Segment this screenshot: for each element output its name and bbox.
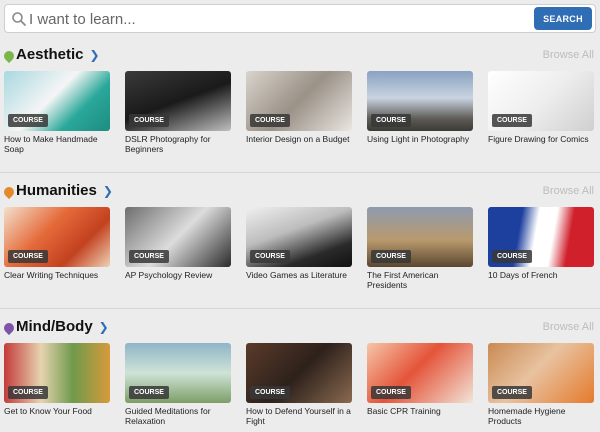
- course-thumbnail[interactable]: COURSE: [367, 71, 473, 131]
- course-thumbnail[interactable]: COURSE: [246, 71, 352, 131]
- course-thumbnail[interactable]: COURSE: [367, 343, 473, 403]
- course-badge: COURSE: [250, 114, 290, 127]
- search-input[interactable]: [29, 8, 509, 30]
- category-drop-icon: [1, 48, 17, 64]
- course-thumbnail[interactable]: COURSE: [125, 343, 231, 403]
- course-card[interactable]: COURSE Clear Writing Techniques: [4, 207, 110, 280]
- course-card[interactable]: COURSE Guided Meditations for Relaxation: [125, 343, 231, 426]
- course-thumbnail[interactable]: COURSE: [488, 207, 594, 267]
- course-card[interactable]: COURSE 10 Days of French: [488, 207, 594, 280]
- course-thumbnail[interactable]: COURSE: [125, 71, 231, 131]
- course-title[interactable]: Interior Design on a Budget: [246, 134, 352, 144]
- course-badge: COURSE: [492, 114, 532, 127]
- browse-all-link[interactable]: Browse All: [543, 185, 594, 197]
- course-title[interactable]: Get to Know Your Food: [4, 406, 110, 416]
- course-card[interactable]: COURSE Using Light in Photography: [367, 71, 473, 144]
- search-bar: SEARCH: [4, 4, 596, 33]
- section-title[interactable]: Humanities ❯: [16, 182, 113, 199]
- course-card[interactable]: COURSE Basic CPR Training: [367, 343, 473, 416]
- course-title[interactable]: Video Games as Literature: [246, 270, 352, 280]
- chevron-right-icon: ❯: [102, 184, 113, 198]
- course-badge: COURSE: [371, 386, 411, 399]
- course-badge: COURSE: [8, 386, 48, 399]
- course-title[interactable]: 10 Days of French: [488, 270, 594, 280]
- course-card[interactable]: COURSE How to Make Handmade Soap: [4, 71, 110, 154]
- course-title[interactable]: Guided Meditations for Relaxation: [125, 406, 231, 426]
- course-badge: COURSE: [492, 386, 532, 399]
- course-thumbnail[interactable]: COURSE: [4, 343, 110, 403]
- course-title[interactable]: How to Make Handmade Soap: [4, 134, 110, 154]
- chevron-right-icon: ❯: [89, 48, 100, 62]
- section-title-label: Humanities: [16, 182, 97, 199]
- course-badge: COURSE: [492, 250, 532, 263]
- section-aesthetic: Aesthetic ❯ Browse All COURSE How to Make Ha…: [0, 44, 600, 174]
- course-badge: COURSE: [129, 250, 169, 263]
- course-card[interactable]: COURSE How to Defend Yourself in a Fight: [246, 343, 352, 426]
- course-thumbnail[interactable]: COURSE: [367, 207, 473, 267]
- course-thumbnail[interactable]: COURSE: [246, 343, 352, 403]
- course-badge: COURSE: [8, 114, 48, 127]
- section-divider: [0, 172, 600, 173]
- course-thumbnail[interactable]: COURSE: [488, 343, 594, 403]
- search-icon: [12, 12, 26, 26]
- course-badge: COURSE: [129, 114, 169, 127]
- section-title-label: Mind/Body: [16, 318, 93, 335]
- course-badge: COURSE: [129, 386, 169, 399]
- course-thumbnail[interactable]: COURSE: [4, 71, 110, 131]
- browse-all-link[interactable]: Browse All: [543, 49, 594, 61]
- course-card[interactable]: COURSE AP Psychology Review: [125, 207, 231, 280]
- course-title[interactable]: DSLR Photography for Beginners: [125, 134, 231, 154]
- course-card[interactable]: COURSE Interior Design on a Budget: [246, 71, 352, 144]
- search-button[interactable]: SEARCH: [534, 7, 592, 30]
- section-title[interactable]: Aesthetic ❯: [16, 46, 100, 63]
- section-title[interactable]: Mind/Body ❯: [16, 318, 109, 335]
- course-badge: COURSE: [371, 114, 411, 127]
- course-title[interactable]: The First American Presidents: [367, 270, 473, 290]
- course-badge: COURSE: [250, 250, 290, 263]
- section-title-label: Aesthetic: [16, 46, 84, 63]
- course-card[interactable]: COURSE DSLR Photography for Beginners: [125, 71, 231, 154]
- chevron-right-icon: ❯: [98, 320, 109, 334]
- course-title[interactable]: Figure Drawing for Comics: [488, 134, 594, 144]
- course-title[interactable]: Homemade Hygiene Products: [488, 406, 594, 426]
- course-card[interactable]: COURSE Video Games as Literature: [246, 207, 352, 280]
- course-title[interactable]: AP Psychology Review: [125, 270, 231, 280]
- section-humanities: Humanities ❯ Browse All COURSE Clear Writing…: [0, 172, 600, 310]
- course-card[interactable]: COURSE Get to Know Your Food: [4, 343, 110, 416]
- course-badge: COURSE: [250, 386, 290, 399]
- section-divider: [0, 308, 600, 309]
- course-card[interactable]: COURSE The First American Presidents: [367, 207, 473, 290]
- course-thumbnail[interactable]: COURSE: [488, 71, 594, 131]
- course-thumbnail[interactable]: COURSE: [125, 207, 231, 267]
- course-card[interactable]: COURSE Figure Drawing for Comics: [488, 71, 594, 144]
- course-thumbnail[interactable]: COURSE: [4, 207, 110, 267]
- section-mind-body: Mind/Body ❯ Browse All COURSE Get to Know Yo…: [0, 308, 600, 432]
- course-title[interactable]: Using Light in Photography: [367, 134, 473, 144]
- course-badge: COURSE: [8, 250, 48, 263]
- course-badge: COURSE: [371, 250, 411, 263]
- course-title[interactable]: How to Defend Yourself in a Fight: [246, 406, 352, 426]
- category-drop-icon: [1, 184, 17, 200]
- course-thumbnail[interactable]: COURSE: [246, 207, 352, 267]
- course-title[interactable]: Clear Writing Techniques: [4, 270, 110, 280]
- course-card[interactable]: COURSE Homemade Hygiene Products: [488, 343, 594, 426]
- course-title[interactable]: Basic CPR Training: [367, 406, 473, 416]
- browse-all-link[interactable]: Browse All: [543, 321, 594, 333]
- category-drop-icon: [1, 320, 17, 336]
